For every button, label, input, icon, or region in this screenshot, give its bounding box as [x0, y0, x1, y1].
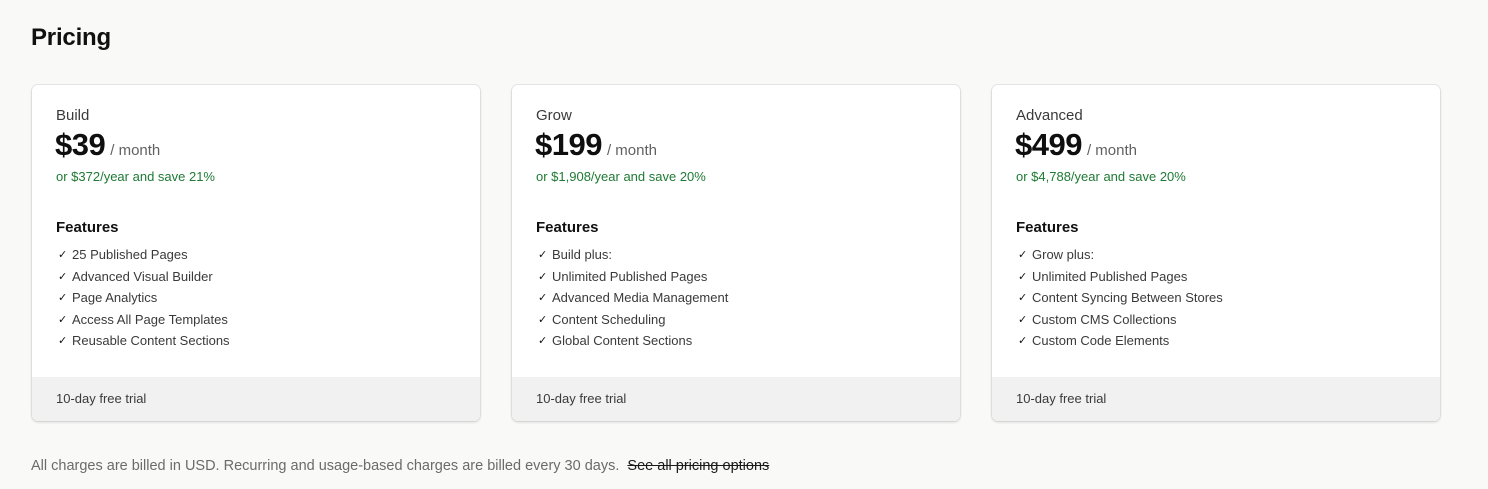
features-heading: Features: [1016, 219, 1079, 236]
feature-item: ✓ Global Content Sections: [536, 332, 728, 354]
feature-label: Advanced Visual Builder: [72, 268, 213, 284]
feature-item: ✓ Unlimited Published Pages: [1016, 268, 1223, 290]
plan-price: $199: [535, 127, 602, 162]
check-icon: ✓: [1018, 334, 1028, 348]
trial-label: 10-day free trial: [536, 391, 627, 406]
feature-label: Access All Page Templates: [72, 311, 228, 327]
feature-item: ✓ Unlimited Published Pages: [536, 268, 728, 290]
check-icon: ✓: [58, 269, 68, 283]
annual-price-note: or $4,788/year and save 20%: [1016, 169, 1186, 184]
plan-period: / month: [606, 142, 657, 159]
feature-label: Custom CMS Collections: [1032, 311, 1177, 327]
check-icon: ✓: [58, 291, 68, 305]
check-icon: ✓: [58, 334, 68, 348]
card-footer: 10-day free trial: [512, 377, 960, 421]
feature-label: 25 Published Pages: [72, 247, 188, 262]
feature-item: ✓ Build plus:: [536, 246, 728, 268]
check-icon: ✓: [538, 248, 548, 261]
check-icon: ✓: [538, 312, 548, 326]
features-heading: Features: [536, 219, 599, 236]
feature-label: Advanced Media Management: [552, 290, 729, 306]
annual-price-note: or $1,908/year and save 20%: [536, 169, 706, 184]
plan-name: Grow: [536, 107, 572, 124]
card-footer: 10-day free trial: [992, 377, 1440, 421]
check-icon: ✓: [538, 269, 548, 283]
feature-item: ✓ Custom CMS Collections: [1016, 311, 1223, 333]
feature-list: ✓ Build plus: ✓ Unlimited Published Pages …: [536, 246, 728, 354]
plan-price: $39: [55, 127, 106, 162]
check-icon: ✓: [58, 312, 68, 326]
plan-price: $499: [1015, 127, 1082, 162]
feature-label: Unlimited Published Pages: [552, 268, 708, 284]
feature-label: Custom Code Elements: [1032, 333, 1170, 349]
feature-item: ✓ Content Scheduling: [536, 311, 728, 333]
feature-label: Global Content Sections: [552, 333, 693, 349]
feature-item: ✓ Page Analytics: [56, 289, 230, 311]
feature-item: ✓ Reusable Content Sections: [56, 332, 230, 354]
check-icon: ✓: [1018, 269, 1028, 283]
feature-label: Reusable Content Sections: [72, 333, 230, 349]
price-row: $39 / month: [55, 127, 160, 163]
feature-label: Page Analytics: [72, 290, 158, 306]
feature-label: Content Scheduling: [552, 311, 666, 327]
plan-period: / month: [1086, 142, 1137, 159]
check-icon: ✓: [538, 334, 548, 348]
trial-label: 10-day free trial: [56, 391, 147, 406]
feature-label: Content Syncing Between Stores: [1032, 290, 1223, 306]
check-icon: ✓: [538, 291, 548, 305]
feature-list: ✓ Grow plus: ✓ Unlimited Published Pages ✓…: [1016, 246, 1223, 354]
check-icon: ✓: [1018, 291, 1028, 305]
plan-name: Build: [56, 107, 90, 124]
plan-period: / month: [110, 142, 161, 159]
check-icon: ✓: [58, 248, 68, 261]
check-icon: ✓: [1018, 248, 1028, 261]
features-heading: Features: [56, 219, 119, 236]
billing-note-text: All charges are billed in USD. Recurring…: [31, 458, 620, 474]
price-row: $499 / month: [1015, 127, 1137, 163]
see-all-pricing-link[interactable]: See all pricing options: [627, 458, 769, 474]
pricing-page: Pricing Build $39 / month or $372/year a…: [0, 0, 1488, 489]
feature-item: ✓ 25 Published Pages: [56, 246, 230, 268]
annual-price-note: or $372/year and save 21%: [56, 169, 215, 184]
feature-label: Grow plus:: [1032, 247, 1095, 262]
pricing-cards: Build $39 / month or $372/year and save …: [32, 85, 1440, 421]
check-icon: ✓: [1018, 312, 1028, 326]
page-title: Pricing: [31, 24, 111, 51]
plan-name: Advanced: [1016, 107, 1083, 124]
feature-label: Unlimited Published Pages: [1032, 268, 1188, 284]
billing-note: All charges are billed in USD. Recurring…: [31, 458, 769, 474]
feature-label: Build plus:: [552, 247, 612, 262]
feature-item: ✓ Grow plus:: [1016, 246, 1223, 268]
plan-card-advanced: Advanced $499 / month or $4,788/year and…: [992, 85, 1440, 421]
plan-card-build: Build $39 / month or $372/year and save …: [32, 85, 480, 421]
feature-item: ✓ Advanced Media Management: [536, 289, 728, 311]
feature-item: ✓ Access All Page Templates: [56, 311, 230, 333]
feature-list: ✓ 25 Published Pages ✓ Advanced Visual Bui…: [56, 246, 230, 354]
card-footer: 10-day free trial: [32, 377, 480, 421]
trial-label: 10-day free trial: [1016, 391, 1107, 406]
feature-item: ✓ Custom Code Elements: [1016, 332, 1223, 354]
price-row: $199 / month: [535, 127, 657, 163]
feature-item: ✓ Content Syncing Between Stores: [1016, 289, 1223, 311]
plan-card-grow: Grow $199 / month or $1,908/year and sav…: [512, 85, 960, 421]
feature-item: ✓ Advanced Visual Builder: [56, 268, 230, 290]
